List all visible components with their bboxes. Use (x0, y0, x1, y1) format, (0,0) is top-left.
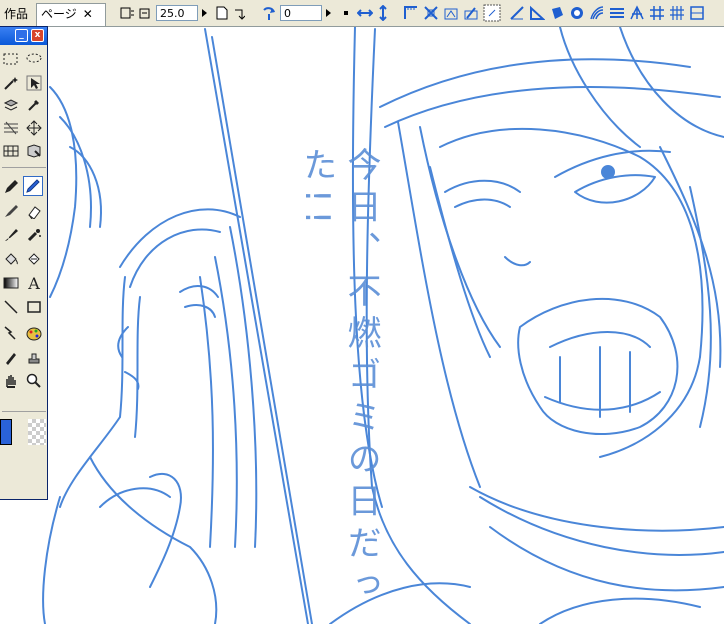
correction-pen-icon[interactable] (1, 347, 21, 367)
fill-bucket-icon[interactable] (1, 249, 21, 269)
pen-ruler-icon[interactable] (508, 3, 526, 23)
perspective-icon[interactable] (442, 3, 460, 23)
flip-horizontal-icon[interactable] (356, 3, 374, 23)
airbrush-icon[interactable] (24, 225, 44, 245)
close-icon[interactable]: x (31, 29, 44, 42)
move-icon[interactable] (24, 118, 44, 138)
frame-icon[interactable] (688, 3, 706, 23)
line-icon[interactable] (1, 297, 21, 317)
tone-icon[interactable] (1, 118, 21, 138)
foreground-color-swatch[interactable] (0, 419, 12, 445)
palette-divider-2 (2, 411, 46, 412)
palette-color-icon[interactable] (24, 323, 44, 343)
selection-grid-icon[interactable] (482, 3, 502, 23)
handwritten-dialogue: 今日、不燃ゴミの日だった!! (297, 147, 381, 609)
page-size-icon[interactable] (138, 3, 152, 23)
concentric-lines-icon[interactable] (588, 3, 606, 23)
guide-icon[interactable] (462, 3, 480, 23)
marquee-select-icon[interactable] (1, 49, 21, 69)
angle-icon[interactable] (528, 3, 546, 23)
shape-icon[interactable] (548, 3, 566, 23)
transform-icon[interactable] (422, 3, 440, 23)
parallel-lines-icon[interactable] (608, 3, 626, 23)
palette-titlebar[interactable]: _ x (0, 27, 47, 45)
fit-page-icon[interactable] (118, 3, 136, 23)
object-select-icon[interactable] (24, 73, 44, 93)
transparent-color-swatch[interactable] (28, 419, 46, 445)
circle-icon[interactable] (568, 3, 586, 23)
rectangle-icon[interactable] (24, 297, 44, 317)
tool-palette: _ x A (0, 26, 48, 500)
rotate-icon[interactable] (260, 3, 278, 23)
dot-icon[interactable] (340, 3, 352, 23)
pen-tool-icon[interactable] (23, 176, 43, 196)
frame-ruler-icon[interactable] (1, 141, 21, 161)
gradient-icon[interactable] (1, 273, 21, 293)
tab-work[interactable]: 作品 (0, 4, 39, 24)
pencil-icon[interactable] (1, 177, 21, 197)
zoom-icon[interactable] (24, 371, 44, 391)
tab-page[interactable]: ページ ✕ (36, 3, 106, 26)
page-turn-icon[interactable] (232, 3, 246, 23)
balloon-icon[interactable] (1, 323, 21, 343)
tab-work-label: 作品 (4, 7, 29, 21)
focus-lines-icon[interactable] (628, 3, 646, 23)
magic-wand-icon[interactable] (1, 73, 21, 93)
flip-vertical-icon[interactable] (376, 3, 390, 23)
ruler-icon[interactable] (402, 3, 420, 23)
grid-alt-icon[interactable] (668, 3, 686, 23)
text-tool-icon[interactable]: A (24, 273, 44, 293)
fill-closed-icon[interactable] (24, 249, 44, 269)
rotate-arrow-icon[interactable] (326, 9, 331, 17)
palette-divider (2, 167, 46, 168)
eyedropper-icon[interactable] (24, 95, 44, 115)
lasso-icon[interactable] (24, 49, 44, 69)
document-tab-strip: 作品 ページ ✕ (0, 0, 112, 27)
zoom-arrow-icon[interactable] (202, 9, 207, 17)
toolbar: 25.0 0 (112, 0, 724, 27)
layer-move-icon[interactable] (1, 95, 21, 115)
stamp-icon[interactable] (24, 347, 44, 367)
eraser-icon[interactable] (24, 201, 44, 221)
zoom-input[interactable]: 25.0 (156, 5, 198, 21)
page-icon[interactable] (214, 3, 230, 23)
hand-icon[interactable] (1, 371, 21, 391)
minimize-icon[interactable]: _ (15, 29, 28, 42)
rotate-input[interactable]: 0 (280, 5, 322, 21)
brush-icon[interactable] (1, 225, 21, 245)
tab-close-icon[interactable]: ✕ (83, 7, 93, 21)
drawing-canvas[interactable]: 今日、不燃ゴミの日だった!! (0, 27, 724, 624)
marker-icon[interactable] (1, 201, 21, 221)
panel-select-icon[interactable] (24, 141, 44, 161)
grid-icon[interactable] (648, 3, 666, 23)
tab-page-label: ページ (41, 7, 77, 21)
